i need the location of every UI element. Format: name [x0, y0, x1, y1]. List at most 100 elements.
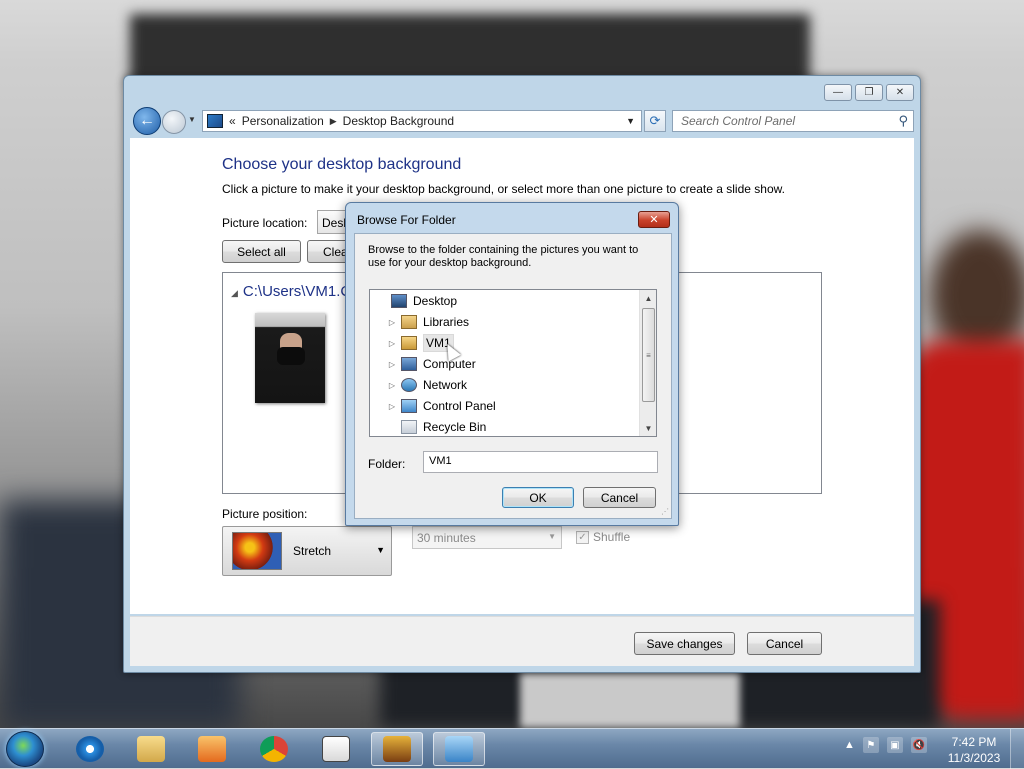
taskbar-media-player[interactable] [186, 732, 238, 766]
expand-icon[interactable]: ▷ [386, 318, 398, 327]
user-folder-icon [401, 336, 417, 350]
interval-value: 30 minutes [417, 531, 476, 545]
shuffle-checkbox[interactable]: ✓ [576, 530, 589, 544]
dialog-cancel-button[interactable]: Cancel [583, 487, 656, 508]
chrome-icon [260, 736, 288, 762]
scrollbar-thumb[interactable]: ≡ [642, 308, 655, 402]
window-controls: — ❐ ✕ [824, 84, 914, 101]
resize-grip-icon[interactable]: ⋰ [661, 507, 669, 516]
taskbar-file-explorer[interactable] [125, 732, 177, 766]
taskbar-solitaire[interactable] [310, 732, 362, 766]
expand-icon[interactable]: ▷ [386, 360, 398, 369]
cards-icon [322, 736, 350, 762]
libraries-icon [401, 315, 417, 329]
page-title: Choose your desktop background [222, 156, 462, 173]
control-panel-icon [207, 114, 223, 128]
browse-for-folder-dialog: Browse For Folder ✕ Browse to the folder… [345, 202, 679, 526]
clock-date: 11/3/2023 [947, 751, 1001, 765]
dialog-close-button[interactable]: ✕ [638, 211, 670, 228]
search-input[interactable]: Search Control Panel ⚲ [672, 110, 914, 132]
dialog-title: Browse For Folder [357, 213, 456, 227]
clock-time: 7:42 PM [951, 735, 997, 749]
close-button[interactable]: ✕ [886, 84, 914, 101]
chevron-right-icon[interactable]: ▶ [330, 116, 337, 127]
control-panel-icon [445, 736, 473, 762]
slide-interval-select[interactable]: 30 minutes ▼ [412, 526, 562, 549]
command-bar: Save changes Cancel [130, 616, 914, 666]
breadcrumb-desktop-background[interactable]: Desktop Background [343, 114, 454, 128]
position-preview-image [232, 532, 282, 570]
taskbar-game[interactable] [371, 732, 423, 766]
tree-scrollbar[interactable]: ▲ ≡ ▼ [639, 290, 656, 436]
taskbar-control-panel[interactable] [433, 732, 485, 766]
shuffle-toggle[interactable]: ✓ Shuffle [576, 530, 630, 544]
shuffle-label: Shuffle [593, 530, 631, 544]
folder-icon [137, 736, 165, 762]
chevron-down-icon[interactable]: ▼ [626, 116, 635, 126]
back-button[interactable]: ← [133, 107, 161, 135]
picture-location-label: Picture location: [222, 216, 308, 230]
refresh-button[interactable]: ⟳ [644, 110, 666, 132]
tree-item-label: Desktop [413, 294, 458, 308]
notification-area: ▲ ⚑ ▣ 🔇 [844, 737, 927, 753]
collapse-icon[interactable]: ◢ [231, 288, 238, 298]
address-overflow[interactable]: « [229, 114, 236, 128]
system-clock[interactable]: 7:42 PM 11/3/2023 [938, 734, 1010, 766]
picture-thumbnail[interactable] [255, 313, 325, 403]
tree-item-control-panel[interactable]: ▷ Control Panel [370, 396, 640, 416]
computer-icon [401, 357, 417, 371]
folder-group-header[interactable]: ◢ C:\Users\VM1.C [231, 283, 351, 300]
taskbar-chrome[interactable] [248, 732, 300, 766]
tree-item-vm1[interactable]: ▷ VM1 [370, 333, 640, 353]
scroll-down-icon[interactable]: ▼ [640, 420, 656, 436]
folder-field[interactable]: VM1 [423, 451, 658, 473]
scroll-up-icon[interactable]: ▲ [640, 290, 656, 306]
chevron-down-icon: ▼ [376, 545, 385, 555]
search-placeholder: Search Control Panel [681, 114, 796, 128]
expand-icon[interactable]: ▷ [386, 339, 398, 348]
show-desktop-button[interactable] [1010, 729, 1024, 769]
tree-item-label: Libraries [423, 315, 470, 329]
tree-item-recycle-bin[interactable]: Recycle Bin [370, 417, 640, 436]
page-description: Click a picture to make it your desktop … [222, 182, 785, 196]
save-changes-button[interactable]: Save changes [634, 632, 735, 655]
tree-item-label: Network [423, 378, 468, 392]
maximize-button[interactable]: ❐ [855, 84, 883, 101]
minimize-button[interactable]: — [824, 84, 852, 101]
tree-item-network[interactable]: ▷ Network [370, 375, 640, 395]
taskbar: ▲ ⚑ ▣ 🔇 7:42 PM 11/3/2023 [0, 728, 1024, 769]
game-icon [383, 736, 411, 762]
dialog-description: Browse to the folder containing the pict… [368, 244, 639, 269]
tree-item-computer[interactable]: ▷ Computer [370, 354, 640, 374]
expand-icon[interactable]: ▷ [386, 402, 398, 411]
taskbar-internet-explorer[interactable] [64, 732, 116, 766]
picture-position-select[interactable]: Stretch ▼ [222, 526, 392, 576]
action-center-flag-icon[interactable]: ⚑ [862, 737, 879, 753]
chevron-down-icon: ▼ [548, 532, 556, 541]
tree-item-desktop[interactable]: Desktop [370, 291, 640, 311]
tree-item-label: Control Panel [423, 399, 496, 413]
show-hidden-icons-icon[interactable]: ▲ [844, 739, 855, 751]
forward-button[interactable] [162, 110, 186, 134]
desktop-icon [391, 294, 407, 308]
recent-pages-dropdown[interactable]: ▼ [188, 115, 196, 124]
search-icon[interactable]: ⚲ [898, 113, 908, 129]
select-all-button[interactable]: Select all [222, 240, 301, 263]
internet-explorer-icon [76, 736, 104, 762]
media-player-icon [198, 736, 226, 762]
address-bar[interactable]: « Personalization ▶ Desktop Background ▼ [202, 110, 642, 132]
network-status-icon[interactable]: ▣ [886, 737, 903, 753]
ok-button[interactable]: OK [502, 487, 574, 508]
wallpaper-shape [520, 672, 740, 728]
volume-muted-icon[interactable]: 🔇 [910, 737, 927, 753]
recycle-bin-icon [401, 420, 417, 434]
navigation-bar: ← ▼ « Personalization ▶ Desktop Backgrou… [132, 107, 914, 135]
tree-item-libraries[interactable]: ▷ Libraries [370, 312, 640, 332]
folder-tree[interactable]: Desktop ▷ Libraries ▷ VM1 ▷ Computer ▷ N… [369, 289, 657, 437]
breadcrumb-personalization[interactable]: Personalization [242, 114, 324, 128]
cancel-button[interactable]: Cancel [747, 632, 822, 655]
expand-icon[interactable]: ▷ [386, 381, 398, 390]
wallpaper-shape [130, 14, 810, 84]
start-button[interactable] [6, 731, 44, 767]
picture-position-value: Stretch [293, 544, 332, 558]
